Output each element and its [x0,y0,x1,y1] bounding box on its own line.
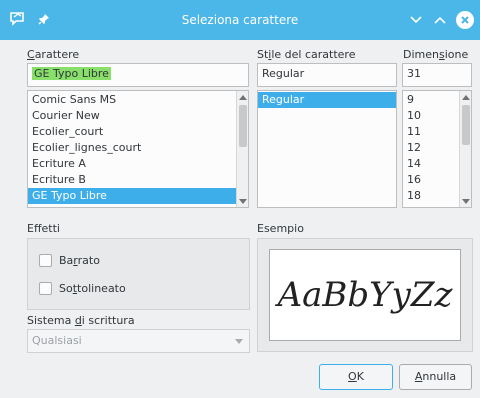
effects-title: Effetti [27,222,60,235]
underline-label: Sottolineato [59,282,126,295]
list-item[interactable]: Ecriture A [28,156,248,172]
sample-title: Esempio [257,222,304,235]
font-input-value: GE Typo Libre [32,67,111,80]
title-bar: Seleziona carattere [0,0,480,40]
size-scrollbar[interactable] [459,91,471,207]
maximize-icon[interactable] [432,12,448,28]
scroll-up-icon[interactable] [237,91,248,103]
size-label: Dimensione [403,48,469,61]
list-item-selected[interactable]: GE Typo Libre [28,188,248,204]
list-item[interactable]: Ecolier_court [28,124,248,140]
writing-system-label: Sistema di scrittura [27,314,135,327]
cancel-button[interactable]: Annulla [399,364,472,390]
style-input[interactable]: Regular [257,63,397,87]
scroll-thumb[interactable] [462,105,470,145]
style-label: Stile del carattere [257,48,356,61]
sample-group: AaBbYyZz [257,238,473,352]
size-list[interactable]: 9 10 11 12 14 16 18 [402,90,472,208]
underline-checkbox[interactable]: Sottolineato [39,282,126,295]
scroll-down-icon[interactable] [460,195,471,207]
strikeout-checkbox[interactable]: Barrato [39,254,100,267]
font-scrollbar[interactable] [236,91,248,207]
size-input[interactable]: 31 [402,63,472,87]
underline-check-box[interactable] [39,282,52,295]
writing-system-value: Qualsiasi [32,334,82,347]
style-list[interactable]: Regular [257,90,397,208]
list-item[interactable]: Ecolier_lignes_court [28,140,248,156]
list-item[interactable]: Courier New [28,108,248,124]
sample-text: AaBbYyZz [277,275,453,315]
scroll-thumb[interactable] [239,105,247,147]
scroll-up-icon[interactable] [460,91,471,103]
scroll-down-icon[interactable] [237,195,248,207]
sample-preview: AaBbYyZz [269,249,461,341]
strikeout-check-box[interactable] [39,254,52,267]
font-list[interactable]: Comic Sans MS Courier New Ecolier_court … [27,90,249,208]
effects-group: Barrato Sottolineato [27,238,250,310]
list-item[interactable]: Ecriture B [28,172,248,188]
close-icon[interactable] [456,11,474,29]
list-item[interactable]: Comic Sans MS [28,92,248,108]
font-label: Carattere [27,48,80,61]
ok-button[interactable]: OK [319,364,393,390]
chevron-down-icon [235,330,243,352]
minimize-icon[interactable] [408,12,424,28]
font-input[interactable]: GE Typo Libre [27,63,249,87]
writing-system-select[interactable]: Qualsiasi [27,329,250,353]
list-item-selected[interactable]: Regular [258,92,396,108]
strikeout-label: Barrato [59,254,100,267]
